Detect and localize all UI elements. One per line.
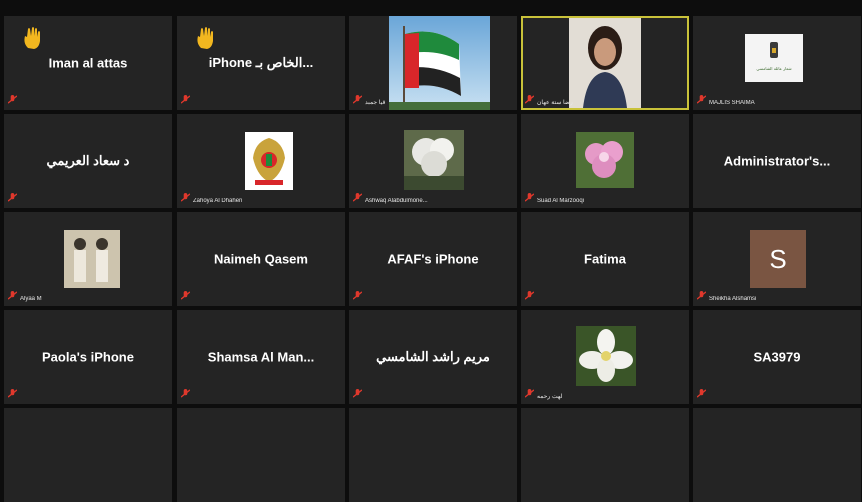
muted-mic-icon	[181, 95, 190, 104]
uae-emblem-image	[245, 132, 293, 190]
participant-name: Shamsa Al Man...	[207, 349, 315, 365]
muted-mic-icon	[525, 291, 534, 300]
participant-name: iPhone الخاص بـ...	[208, 55, 314, 70]
white-flower-photo	[576, 326, 636, 386]
vintage-photo	[64, 230, 120, 288]
participant-name: Administrator's...	[723, 153, 831, 169]
uae-flag-photo	[389, 16, 490, 110]
participant-tile[interactable]: AFAF's iPhone	[349, 212, 517, 306]
flowers-photo	[404, 130, 464, 190]
participant-name: مريم راشد الشامسي	[376, 349, 490, 364]
participant-name: د سعاد العريمي	[46, 153, 130, 168]
participant-label: Sheikha Alshamsi	[709, 296, 757, 302]
muted-mic-icon	[525, 389, 534, 398]
participant-label: Ashwaq Alabdulmone...	[365, 198, 428, 204]
participant-tile[interactable]: Shamsa Al Man...	[177, 310, 345, 404]
avatar: S	[750, 230, 806, 288]
participant-name: SA3979	[753, 349, 801, 365]
participant-name: Paola's iPhone	[42, 349, 134, 365]
muted-mic-icon	[181, 193, 190, 202]
participant-label: رضا ستة عهان	[537, 100, 573, 106]
participant-label: لهت رحمه	[537, 394, 563, 400]
family-logo-image: شعار عائلة الشامسي	[745, 34, 803, 82]
muted-mic-icon	[525, 193, 534, 202]
participant-tile[interactable]	[521, 408, 689, 502]
participant-tile[interactable]: Alyaa M	[4, 212, 172, 306]
participant-label: Zahoya Al Dhaheri	[193, 198, 243, 204]
participant-tile[interactable]	[177, 408, 345, 502]
participant-tile[interactable]: Ashwaq Alabdulmone...	[349, 114, 517, 208]
raised-hand-icon	[24, 27, 40, 49]
participant-label: MAJLIS SHAIMA	[709, 100, 755, 106]
participant-label: Alyaa M	[20, 296, 42, 302]
muted-mic-icon	[697, 389, 706, 398]
participant-tile[interactable]: Iman al attas	[4, 16, 172, 110]
participant-tile[interactable]: Zahoya Al Dhaheri	[177, 114, 345, 208]
participant-tile-active-speaker[interactable]: رضا ستة عهان	[521, 16, 689, 110]
participant-name: Fatima	[584, 251, 626, 267]
participant-tile[interactable]: د سعاد العريمي	[4, 114, 172, 208]
muted-mic-icon	[353, 291, 362, 300]
muted-mic-icon	[353, 389, 362, 398]
participant-label: Suad Al Marzooqi	[537, 198, 585, 204]
muted-mic-icon	[181, 291, 190, 300]
participant-tile[interactable]	[4, 408, 172, 502]
participant-tile[interactable]	[349, 408, 517, 502]
participant-tile[interactable]: مريم راشد الشامسي	[349, 310, 517, 404]
muted-mic-icon	[697, 291, 706, 300]
participant-label: قيا جمبد	[365, 100, 386, 106]
participant-tile[interactable]: Naimeh Qasem	[177, 212, 345, 306]
participant-tile[interactable]: Administrator's...	[693, 114, 861, 208]
participant-tile[interactable]: iPhone الخاص بـ...	[177, 16, 345, 110]
video-gallery: Iman al attas iPhone الخاص بـ... قيا جمب…	[0, 0, 862, 502]
pink-flower-photo	[576, 132, 634, 188]
muted-mic-icon	[353, 95, 362, 104]
participant-tile[interactable]: SA3979	[693, 310, 861, 404]
participant-tile[interactable]: Fatima	[521, 212, 689, 306]
participant-tile[interactable]: S Sheikha Alshamsi	[693, 212, 861, 306]
participant-video	[569, 18, 641, 108]
participant-tile[interactable]	[693, 408, 861, 502]
participant-tile[interactable]: شعار عائلة الشامسي MAJLIS SHAIMA	[693, 16, 861, 110]
raised-hand-icon	[197, 27, 213, 49]
muted-mic-icon	[697, 95, 706, 104]
participant-name: Naimeh Qasem	[214, 251, 308, 267]
muted-mic-icon	[353, 193, 362, 202]
logo-text: شعار عائلة الشامسي	[756, 66, 792, 71]
muted-mic-icon	[525, 95, 534, 104]
participant-tile[interactable]: Paola's iPhone	[4, 310, 172, 404]
participant-name: Iman al attas	[48, 55, 128, 71]
muted-mic-icon	[181, 389, 190, 398]
participant-tile[interactable]: لهت رحمه	[521, 310, 689, 404]
participant-name: AFAF's iPhone	[387, 251, 479, 267]
muted-mic-icon	[8, 389, 17, 398]
participant-tile[interactable]: قيا جمبد	[349, 16, 517, 110]
participant-tile[interactable]: Suad Al Marzooqi	[521, 114, 689, 208]
muted-mic-icon	[8, 95, 17, 104]
muted-mic-icon	[8, 291, 17, 300]
muted-mic-icon	[8, 193, 17, 202]
